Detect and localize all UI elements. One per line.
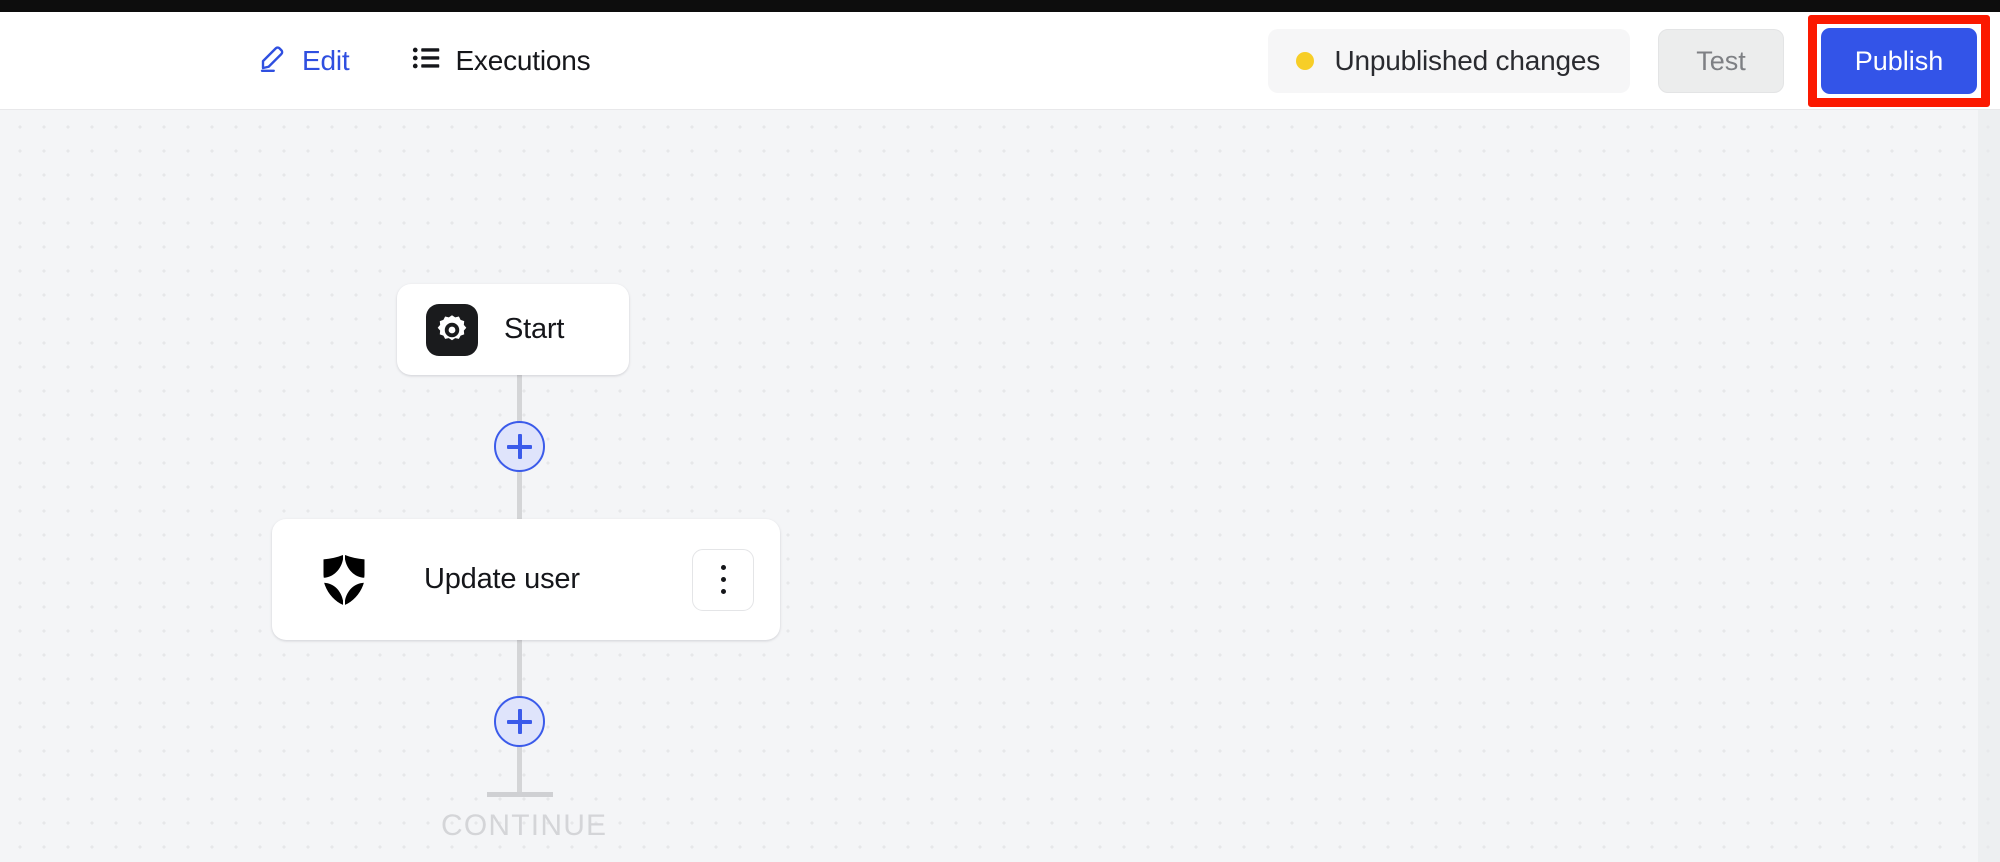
node-start-title: Start: [504, 313, 565, 345]
plus-icon-vertical: [517, 709, 522, 734]
window-top-bar: [0, 0, 2000, 12]
test-button[interactable]: Test: [1658, 29, 1784, 93]
kebab-dot: [720, 565, 726, 570]
gear-icon: [426, 303, 478, 356]
kebab-dot: [720, 577, 726, 582]
publish-button[interactable]: Publish: [1821, 28, 1977, 94]
publish-button-highlight: Publish: [1808, 15, 1990, 107]
tab-edit-label: Edit: [302, 44, 350, 76]
connector-end-cap: [487, 792, 553, 797]
test-button-label: Test: [1696, 45, 1746, 76]
app-header: Edit Executions Unpublished changes Test…: [0, 12, 2000, 110]
continue-label: CONTINUE: [441, 809, 608, 842]
status-badge-label: Unpublished changes: [1334, 45, 1600, 76]
header-actions: Unpublished changes Test Publish: [1268, 12, 2000, 110]
shield-icon: [320, 553, 368, 607]
tab-executions-label: Executions: [455, 44, 591, 76]
tab-executions[interactable]: Executions: [411, 43, 591, 78]
header-nav: Edit Executions: [258, 43, 591, 78]
node-update-user-title: Update user: [424, 563, 580, 595]
tab-edit[interactable]: Edit: [258, 43, 350, 78]
node-update-user[interactable]: Update user: [272, 519, 780, 640]
pencil-icon: [258, 43, 288, 78]
plus-icon-vertical: [517, 434, 522, 459]
workflow-canvas[interactable]: CONTINUE Start Update user: [0, 110, 2000, 862]
status-dot-icon: [1296, 52, 1315, 70]
canvas-scrollbar[interactable]: [1978, 110, 2000, 862]
kebab-menu-icon[interactable]: [692, 548, 754, 611]
add-step-button-2[interactable]: [494, 696, 545, 747]
publish-button-label: Publish: [1854, 45, 1944, 76]
node-start[interactable]: Start: [397, 284, 629, 375]
list-icon: [411, 43, 441, 78]
add-step-button-1[interactable]: [494, 421, 545, 472]
kebab-dot: [720, 589, 726, 594]
status-badge: Unpublished changes: [1268, 29, 1630, 93]
